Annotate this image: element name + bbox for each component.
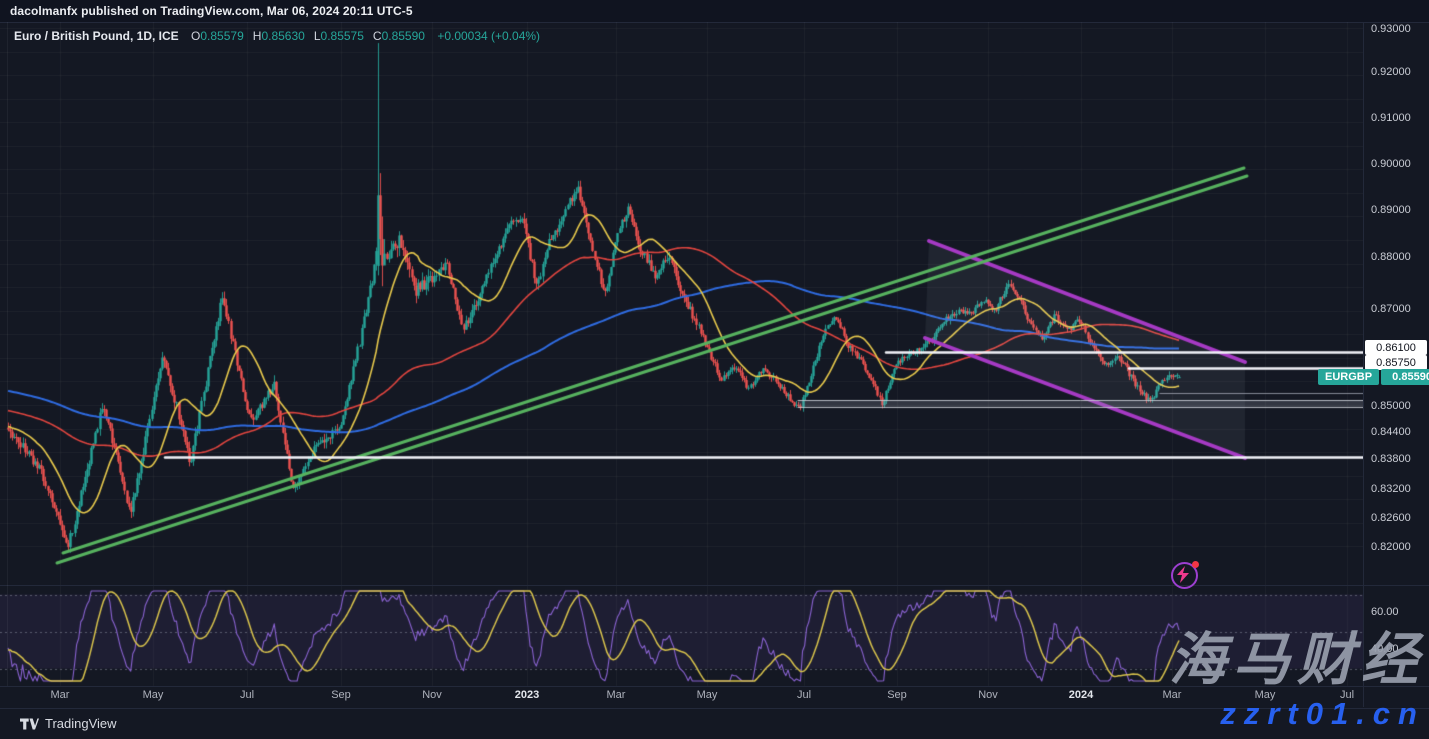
symbol-legend[interactable]: Euro / British Pound, 1D, ICE O0.85579H0… [14, 29, 540, 43]
price-axis-label: 0.83200 [1371, 483, 1411, 495]
price-axis-label: 0.91000 [1371, 112, 1411, 124]
price-axis-label: 0.87000 [1371, 303, 1411, 315]
time-axis-label: 2024 [1069, 689, 1093, 701]
tradingview-logo-icon [20, 717, 39, 731]
current-price-tag: EURGBP 0.85590 [1318, 369, 1429, 385]
change-value: +0.00034 (+0.04%) [437, 29, 540, 43]
price-axis-label: 0.90000 [1371, 158, 1411, 170]
pane-separator[interactable] [0, 585, 1429, 586]
symbol-chip: EURGBP [1318, 369, 1379, 385]
ohlc-label: L [314, 29, 321, 43]
price-chart-canvas[interactable] [0, 22, 1363, 708]
time-axis-label: May [697, 689, 718, 701]
price-axis-label: 0.82600 [1371, 512, 1411, 524]
time-axis-label: May [1255, 689, 1276, 701]
time-axis-label: 2023 [515, 689, 539, 701]
price-axis-separator [1363, 22, 1364, 707]
time-axis-label: Nov [422, 689, 442, 701]
time-axis-label: Jul [240, 689, 254, 701]
price-axis-label: 0.89000 [1371, 204, 1411, 216]
time-axis-label: Jul [797, 689, 811, 701]
ohlc-value: 0.85579 [200, 29, 243, 43]
price-axis-label: 0.83800 [1371, 453, 1411, 465]
time-axis-label: Jul [1340, 689, 1354, 701]
lightning-icon [1177, 566, 1189, 583]
symbol-title[interactable]: Euro / British Pound, 1D, ICE [14, 29, 179, 43]
publish-text: dacolmanfx published on TradingView.com,… [10, 4, 413, 18]
level-price-tag: 0.85750 [1365, 355, 1427, 370]
time-axis-separator [0, 686, 1429, 687]
tradingview-chart-page: dacolmanfx published on TradingView.com,… [0, 0, 1429, 739]
time-axis-label: Sep [331, 689, 351, 701]
ohlc-value: 0.85630 [261, 29, 304, 43]
time-axis-label: Mar [1163, 689, 1182, 701]
time-axis-label: May [143, 689, 164, 701]
price-axis-label: 0.88000 [1371, 251, 1411, 263]
notification-dot [1192, 561, 1199, 568]
ohlc-value: 0.85590 [382, 29, 425, 43]
ohlc-values: O0.85579H0.85630L0.85575C0.85590 [182, 29, 425, 43]
price-axis-label: 0.85000 [1371, 400, 1411, 412]
tradingview-logo[interactable]: TradingView [20, 716, 117, 731]
ohlc-label: O [191, 29, 200, 43]
price-axis-label: 0.92000 [1371, 66, 1411, 78]
tradingview-logo-text: TradingView [45, 716, 117, 731]
publish-bar: dacolmanfx published on TradingView.com,… [0, 0, 1429, 23]
price-axis-label: 0.84400 [1371, 426, 1411, 438]
last-price-chip: 0.85590 [1381, 369, 1429, 385]
time-axis-label: Nov [978, 689, 998, 701]
rsi-axis-label: 60.00 [1371, 606, 1399, 618]
ohlc-label: C [373, 29, 382, 43]
footer-bar: TradingView [0, 708, 1429, 739]
time-axis-label: Sep [887, 689, 907, 701]
rsi-axis-label: 40.00 [1371, 643, 1399, 655]
price-axis-label: 0.93000 [1371, 23, 1411, 35]
level-price-tag: 0.86100 [1365, 340, 1427, 355]
price-axis-label: 0.82000 [1371, 541, 1411, 553]
flash-ideas-button[interactable] [1171, 562, 1198, 589]
time-axis-label: Mar [51, 689, 70, 701]
ohlc-value: 0.85575 [321, 29, 364, 43]
time-axis-label: Mar [607, 689, 626, 701]
left-edge-line [7, 22, 8, 686]
